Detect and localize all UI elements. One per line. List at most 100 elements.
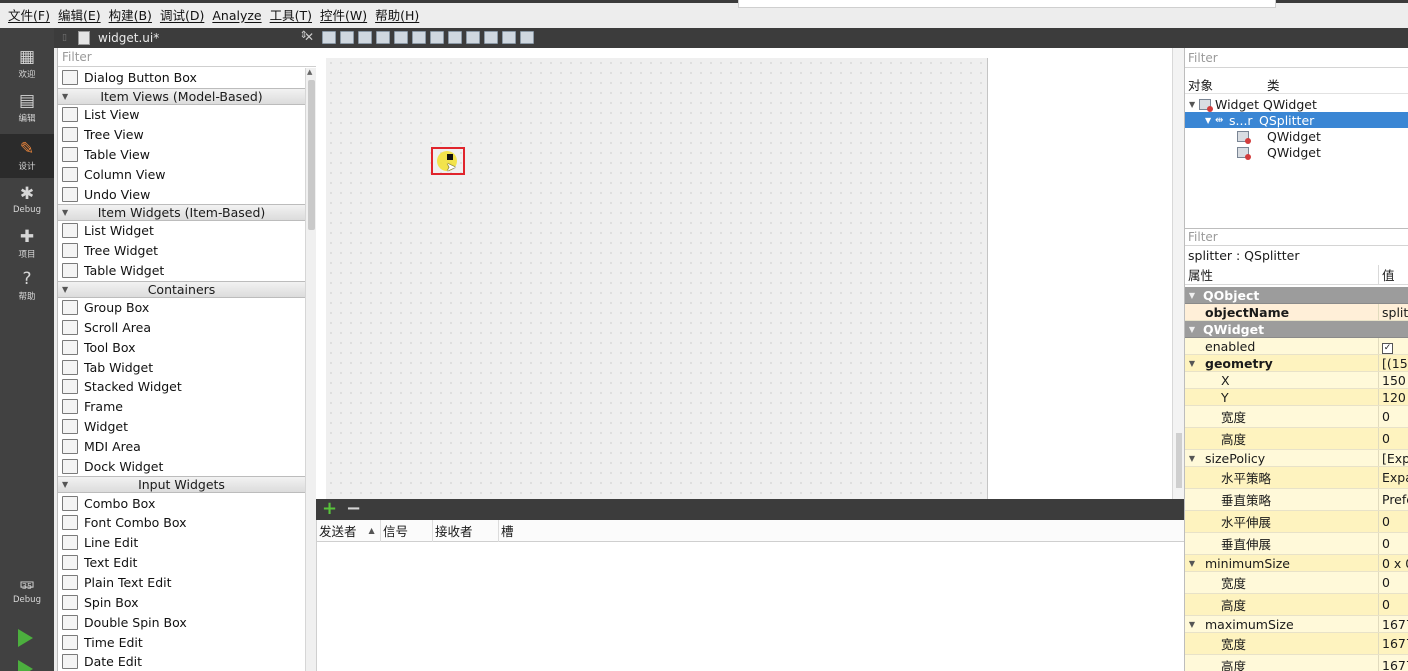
property-row[interactable]: 垂直策略 Prefe <box>1185 489 1408 511</box>
layout-horizontal-icon[interactable] <box>394 31 408 44</box>
widget-item[interactable]: Font Combo Box <box>58 513 305 533</box>
menu-edit[interactable]: 编辑(E) <box>54 5 105 27</box>
property-row[interactable]: 水平伸展 0 <box>1185 511 1408 533</box>
property-row[interactable]: objectName splitt <box>1185 304 1408 321</box>
widget-item[interactable]: Table Widget <box>58 261 305 281</box>
widget-category[interactable]: ▼ Item Widgets (Item-Based) <box>58 204 305 222</box>
mode-design[interactable]: ✎ 设计 <box>0 134 54 178</box>
property-value[interactable]: 0 <box>1379 536 1408 551</box>
remove-connection-button[interactable]: − <box>346 499 361 519</box>
property-value[interactable]: 0 <box>1379 575 1408 590</box>
edit-buddies-icon[interactable] <box>358 31 372 44</box>
widget-item[interactable]: Stacked Widget <box>58 377 305 397</box>
property-value[interactable]: 0 <box>1379 597 1408 612</box>
edit-tab-order-icon[interactable] <box>376 31 390 44</box>
widget-item[interactable]: Spin Box <box>58 592 305 612</box>
enabled-checkbox[interactable]: ✓ <box>1382 343 1393 354</box>
widget-item[interactable]: Tool Box <box>58 337 305 357</box>
edit-signals-icon[interactable] <box>340 31 354 44</box>
property-group[interactable]: ▼ QObject <box>1185 287 1408 304</box>
tree-row-widget[interactable]: ▼ Widget QWidget <box>1185 96 1408 112</box>
menu-widgets[interactable]: 控件(W) <box>316 5 371 27</box>
document-selector[interactable]: ▯ widget.ui* ⇕ <box>54 28 316 48</box>
collapse-icon[interactable]: ▼ <box>62 285 68 294</box>
widget-item[interactable]: Tab Widget <box>58 357 305 377</box>
property-value[interactable]: 0 <box>1379 431 1408 446</box>
menu-file[interactable]: 文件(F) <box>4 5 54 27</box>
mode-debug[interactable]: ✱ Debug <box>0 178 54 222</box>
widget-item[interactable]: Scroll Area <box>58 317 305 337</box>
widget-item[interactable]: Dialog Button Box <box>58 68 305 88</box>
property-row[interactable]: ▼ minimumSize 0 x 0 <box>1185 555 1408 572</box>
close-icon[interactable]: ✕ <box>304 30 314 44</box>
property-value[interactable]: Prefe <box>1379 492 1408 507</box>
widget-category[interactable]: ▼ Item Views (Model-Based) <box>58 87 305 105</box>
property-row[interactable]: X 150 <box>1185 372 1408 389</box>
collapse-icon[interactable]: ▼ <box>62 92 68 101</box>
widget-item[interactable]: Date Edit <box>58 652 305 671</box>
property-scrollbar-thumb[interactable] <box>1176 433 1182 488</box>
property-value[interactable]: [(150 <box>1379 356 1408 371</box>
property-value[interactable]: 0 x 0 <box>1379 556 1408 571</box>
property-value[interactable]: 150 <box>1379 373 1408 388</box>
tree-row-splitter[interactable]: ▼ ⇹ s...r QSplitter <box>1185 112 1408 128</box>
property-value[interactable]: 1677 <box>1379 636 1408 651</box>
property-group[interactable]: ▼ QWidget <box>1185 321 1408 338</box>
layout-form-icon[interactable] <box>466 31 480 44</box>
object-inspector-filter[interactable]: Filter <box>1185 48 1408 68</box>
adjust-size-icon[interactable] <box>520 31 534 44</box>
property-row[interactable]: ▼ maximumSize 1677 <box>1185 616 1408 633</box>
edit-widgets-icon[interactable] <box>322 31 336 44</box>
property-scrollbar[interactable] <box>1174 228 1184 498</box>
tree-row-child-widget[interactable]: QWidget <box>1185 144 1408 160</box>
collapse-icon[interactable]: ▼ <box>62 208 68 217</box>
widget-item[interactable]: Combo Box <box>58 493 305 513</box>
property-value[interactable]: [Expa <box>1379 451 1408 466</box>
menu-analyze[interactable]: Analyze <box>208 5 265 27</box>
scrollbar-thumb[interactable] <box>308 80 315 230</box>
scroll-up-icon[interactable]: ▲ <box>307 68 312 76</box>
widget-item[interactable]: Frame <box>58 397 305 417</box>
property-value[interactable]: ✓ <box>1379 338 1408 354</box>
widget-item[interactable]: Undo View <box>58 184 305 204</box>
menu-help[interactable]: 帮助(H) <box>371 5 423 27</box>
widget-item[interactable]: Tree View <box>58 125 305 145</box>
property-value[interactable]: 0 <box>1379 409 1408 424</box>
widget-item[interactable]: Group Box <box>58 298 305 318</box>
widget-item[interactable]: Column View <box>58 164 305 184</box>
break-layout-icon[interactable] <box>502 31 516 44</box>
property-row[interactable]: 垂直伸展 0 <box>1185 533 1408 555</box>
widget-item[interactable]: Text Edit <box>58 553 305 573</box>
property-value[interactable]: Expa <box>1379 470 1408 485</box>
property-row[interactable]: 水平策略 Expa <box>1185 467 1408 489</box>
collapse-icon[interactable]: ▼ <box>1205 116 1215 125</box>
collapse-icon[interactable]: ▼ <box>62 480 68 489</box>
collapse-icon[interactable]: ▼ <box>1185 291 1199 300</box>
layout-grid-icon[interactable] <box>484 31 498 44</box>
widget-item[interactable]: Table View <box>58 145 305 165</box>
property-value[interactable]: splitt <box>1379 305 1408 320</box>
form-canvas[interactable] <box>326 58 988 499</box>
widget-item[interactable]: Double Spin Box <box>58 612 305 632</box>
col-receiver[interactable]: 接收者 <box>433 519 499 542</box>
widget-box-filter[interactable]: Filter <box>58 48 316 67</box>
property-row[interactable]: ▼ geometry [(150 <box>1185 355 1408 372</box>
property-row[interactable]: 高度 0 <box>1185 428 1408 450</box>
menu-debug[interactable]: 调试(D) <box>156 5 208 27</box>
property-value[interactable]: 1677 <box>1379 658 1408 671</box>
layout-vertical-icon[interactable] <box>412 31 426 44</box>
expand-icon[interactable]: ▼ <box>1185 559 1199 568</box>
mode-edit[interactable]: ▤ 编辑 <box>0 86 54 130</box>
split-horizontal-icon[interactable] <box>430 31 444 44</box>
col-sender[interactable]: 发送者 ▲ <box>317 519 381 542</box>
property-row[interactable]: 宽度 1677 <box>1185 633 1408 655</box>
widget-item[interactable]: Tree Widget <box>58 241 305 261</box>
widget-item[interactable]: MDI Area <box>58 437 305 457</box>
property-value[interactable]: 1677 <box>1379 617 1408 632</box>
property-row[interactable]: 宽度 0 <box>1185 572 1408 594</box>
widget-item[interactable]: Dock Widget <box>58 456 305 476</box>
collapse-icon[interactable]: ▼ <box>1189 100 1199 109</box>
collapse-icon[interactable]: ▼ <box>1185 325 1199 334</box>
expand-icon[interactable]: ▼ <box>1185 359 1199 368</box>
menu-tools[interactable]: 工具(T) <box>266 5 316 27</box>
